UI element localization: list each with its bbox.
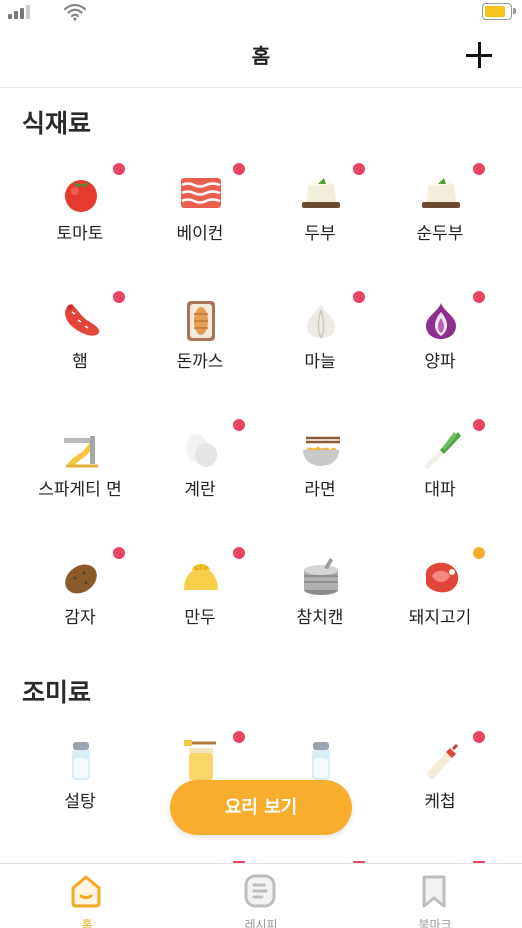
- ingredient-item[interactable]: 대파: [380, 408, 500, 528]
- ingredient-label: 돈까스: [176, 352, 224, 372]
- new-badge: [233, 547, 245, 559]
- dumpling-icon: [184, 564, 218, 590]
- salt-shaker-icon: [312, 742, 330, 780]
- ingredient-label: 마늘: [304, 352, 336, 372]
- wifi-icon: [64, 3, 86, 21]
- app-header: 홈: [0, 24, 522, 88]
- tab-label: 레시피: [244, 918, 278, 928]
- ingredient-label: 순두부: [416, 224, 464, 244]
- ingredient-item[interactable]: 순두부: [380, 152, 500, 272]
- seasoning-label: 설탕: [64, 792, 96, 812]
- ingredient-item[interactable]: 돈까스: [140, 280, 260, 400]
- ingredient-label: 햄: [72, 352, 88, 372]
- new-badge: [113, 291, 125, 303]
- spaghetti-icon: [64, 436, 98, 468]
- ingredient-item[interactable]: 마늘: [260, 280, 380, 400]
- ingredient-item[interactable]: 라면: [260, 408, 380, 528]
- recipe-icon: [244, 874, 276, 908]
- green-onion-icon: [424, 432, 461, 469]
- oil-bottle-icon: [184, 740, 216, 780]
- section-title-ingredients: 식재료: [22, 109, 92, 138]
- ingredient-item[interactable]: 스파게티 면: [20, 408, 140, 528]
- status-bar: [0, 0, 522, 24]
- ingredient-label: 참치캔: [296, 608, 344, 628]
- sausage-icon: [65, 304, 100, 336]
- bacon-icon: [181, 178, 221, 208]
- tab-home[interactable]: 홈: [0, 864, 174, 928]
- onion-icon: [426, 303, 456, 339]
- potato-icon: [65, 564, 97, 594]
- cellular-signal-icon: [8, 5, 32, 19]
- battery-icon: [482, 3, 516, 20]
- ingredient-label: 감자: [64, 608, 96, 628]
- ingredient-item[interactable]: 토마토: [20, 152, 140, 272]
- tab-recipe[interactable]: 레시피: [174, 864, 348, 928]
- bottom-tab-bar: 홈 레시피 북마크: [0, 863, 522, 928]
- new-badge: [473, 731, 485, 743]
- section-title-seasonings: 조미료: [22, 678, 92, 707]
- ingredient-label: 베이컨: [176, 224, 224, 244]
- ingredient-label: 대파: [424, 480, 456, 500]
- new-badge: [353, 163, 365, 175]
- egg-icon: [186, 434, 217, 467]
- ingredient-label: 양파: [424, 352, 456, 372]
- ingredient-label: 계란: [184, 480, 216, 500]
- new-badge: [353, 291, 365, 303]
- tuna-can-icon: [304, 558, 338, 595]
- new-badge: [473, 291, 485, 303]
- ingredient-item[interactable]: 감자: [20, 536, 140, 656]
- bookmark-icon: [422, 875, 446, 908]
- pork-icon: [425, 562, 459, 593]
- ramen-icon: [303, 436, 340, 466]
- tofu-icon: [302, 178, 340, 208]
- new-badge: [473, 547, 485, 559]
- ingredient-item[interactable]: 돼지고기: [380, 536, 500, 656]
- ingredient-item[interactable]: 만두: [140, 536, 260, 656]
- ingredient-label: 라면: [304, 480, 336, 500]
- new-badge: [473, 163, 485, 175]
- new-badge: [113, 163, 125, 175]
- tab-bookmark[interactable]: 북마크: [348, 864, 522, 928]
- sugar-shaker-icon: [72, 742, 90, 780]
- new-badge: [233, 163, 245, 175]
- pork-cutlet-icon: [187, 301, 215, 341]
- ingredient-item[interactable]: 참치캔: [260, 536, 380, 656]
- new-badge: [113, 547, 125, 559]
- ingredient-item[interactable]: 햄: [20, 280, 140, 400]
- ingredient-item[interactable]: 베이컨: [140, 152, 260, 272]
- new-badge: [233, 419, 245, 431]
- soft-tofu-icon: [422, 178, 460, 208]
- seasoning-label: 케첩: [424, 792, 456, 812]
- page-title: 홈: [251, 44, 271, 68]
- ingredient-label: 만두: [184, 608, 216, 628]
- new-badge: [233, 731, 245, 743]
- home-icon: [71, 875, 101, 908]
- new-badge: [473, 419, 485, 431]
- ingredient-label: 돼지고기: [408, 608, 472, 628]
- tomato-icon: [65, 180, 97, 212]
- seasoning-item[interactable]: 설탕: [20, 720, 140, 840]
- ingredient-item[interactable]: 양파: [380, 280, 500, 400]
- ingredient-item[interactable]: 두부: [260, 152, 380, 272]
- ingredient-label: 스파게티 면: [38, 480, 122, 500]
- tab-label: 북마크: [418, 918, 452, 928]
- ingredient-item[interactable]: 계란: [140, 408, 260, 528]
- tab-label: 홈: [81, 918, 93, 928]
- seasoning-item[interactable]: 케첩: [380, 720, 500, 840]
- garlic-icon: [306, 304, 336, 339]
- add-button[interactable]: [464, 40, 494, 70]
- ketchup-icon: [426, 744, 458, 780]
- ingredient-label: 두부: [304, 224, 336, 244]
- ingredient-label: 토마토: [56, 224, 104, 244]
- view-recipes-button[interactable]: 요리 보기: [170, 780, 352, 835]
